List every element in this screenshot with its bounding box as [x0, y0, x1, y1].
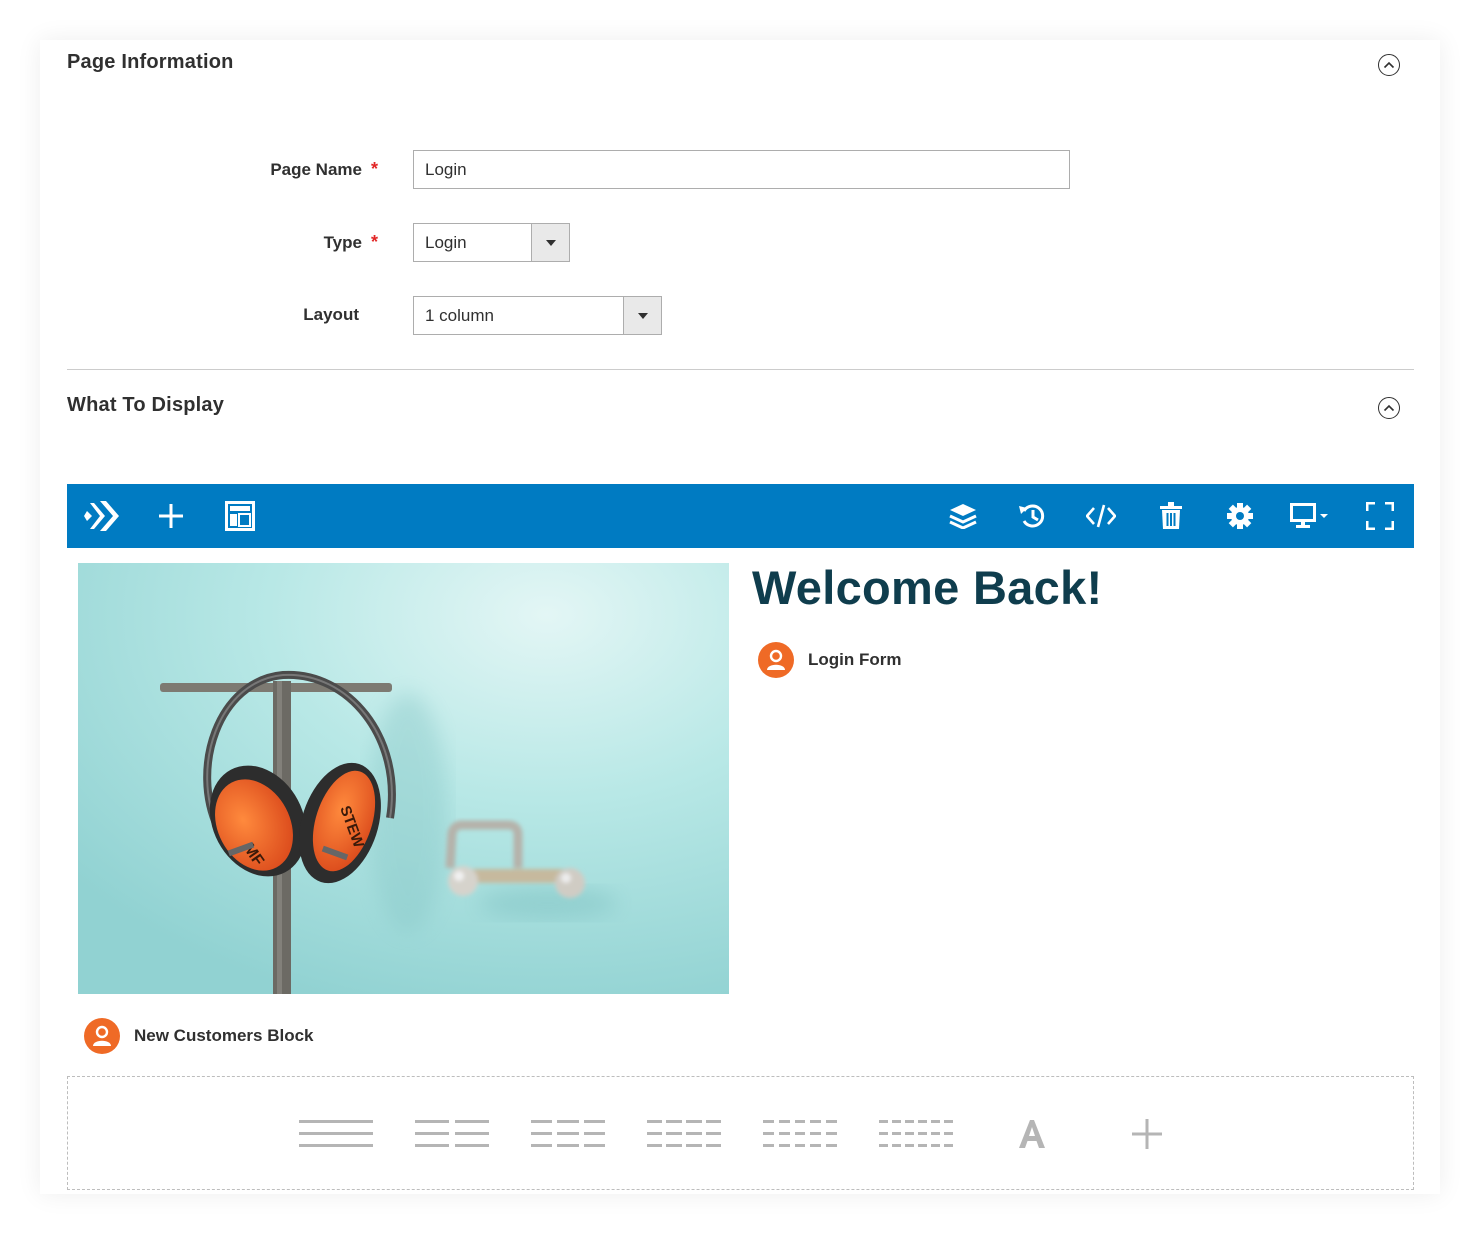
type-label-text: Type [323, 233, 362, 252]
fullscreen-icon[interactable] [1362, 498, 1398, 534]
trash-icon[interactable] [1153, 498, 1189, 534]
one-column-icon[interactable] [296, 1114, 376, 1154]
welcome-heading: Welcome Back! [752, 561, 1103, 614]
logo-icon[interactable] [83, 498, 127, 534]
layout-select[interactable]: 1 column [413, 296, 662, 335]
page-name-label: Page Name * [68, 159, 378, 180]
two-columns-icon[interactable] [412, 1114, 492, 1154]
three-columns-icon[interactable] [528, 1114, 608, 1154]
chevron-up-icon [1383, 404, 1395, 412]
type-label: Type * [68, 232, 378, 253]
required-marker: * [370, 232, 378, 252]
required-marker: * [370, 159, 378, 179]
type-select[interactable]: Login [413, 223, 570, 262]
gear-icon[interactable] [1222, 498, 1258, 534]
hero-image[interactable]: MF STEW [78, 563, 729, 994]
layout-icon[interactable] [222, 498, 258, 534]
section-divider [67, 369, 1414, 370]
row-dropzone [67, 1076, 1414, 1190]
layers-icon[interactable] [945, 498, 981, 534]
login-form-widget[interactable]: Login Form [758, 642, 901, 678]
five-columns-icon[interactable] [760, 1114, 840, 1154]
history-icon[interactable] [1014, 498, 1050, 534]
new-customers-widget[interactable]: New Customers Block [84, 1018, 314, 1054]
login-form-label: Login Form [808, 650, 902, 669]
type-dropdown-arrow[interactable] [531, 224, 569, 261]
what-to-display-title: What To Display [67, 394, 225, 416]
page-builder-toolbar [67, 484, 1414, 548]
page-name-value: Login [425, 159, 467, 179]
text-icon[interactable] [992, 1114, 1072, 1154]
caret-down-icon [637, 312, 648, 319]
page-panel: Page Information Page Name * Login Type * … [40, 40, 1440, 1194]
collapse-what-to-display-button[interactable] [1378, 397, 1400, 419]
add-icon[interactable] [1107, 1114, 1187, 1154]
caret-down-icon [545, 239, 556, 246]
plus-icon[interactable] [153, 498, 189, 534]
chevron-up-icon [1383, 61, 1395, 69]
earmuffs-image: MF STEW [78, 563, 729, 994]
code-icon[interactable] [1083, 498, 1119, 534]
user-icon [84, 1018, 120, 1054]
layout-value: 1 column [425, 305, 494, 325]
user-icon [758, 642, 794, 678]
layout-label-text: Layout [303, 305, 359, 324]
page-name-input[interactable]: Login [413, 150, 1070, 189]
collapse-page-information-button[interactable] [1378, 54, 1400, 76]
desktop-device-icon[interactable] [1289, 498, 1333, 534]
layout-label: Layout [68, 305, 378, 325]
page-name-label-text: Page Name [270, 160, 362, 179]
layout-dropdown-arrow[interactable] [623, 297, 661, 334]
type-value: Login [425, 232, 467, 252]
six-columns-icon[interactable] [876, 1114, 956, 1154]
page-information-title: Page Information [67, 51, 234, 73]
new-customers-label: New Customers Block [134, 1026, 314, 1045]
four-columns-icon[interactable] [644, 1114, 724, 1154]
